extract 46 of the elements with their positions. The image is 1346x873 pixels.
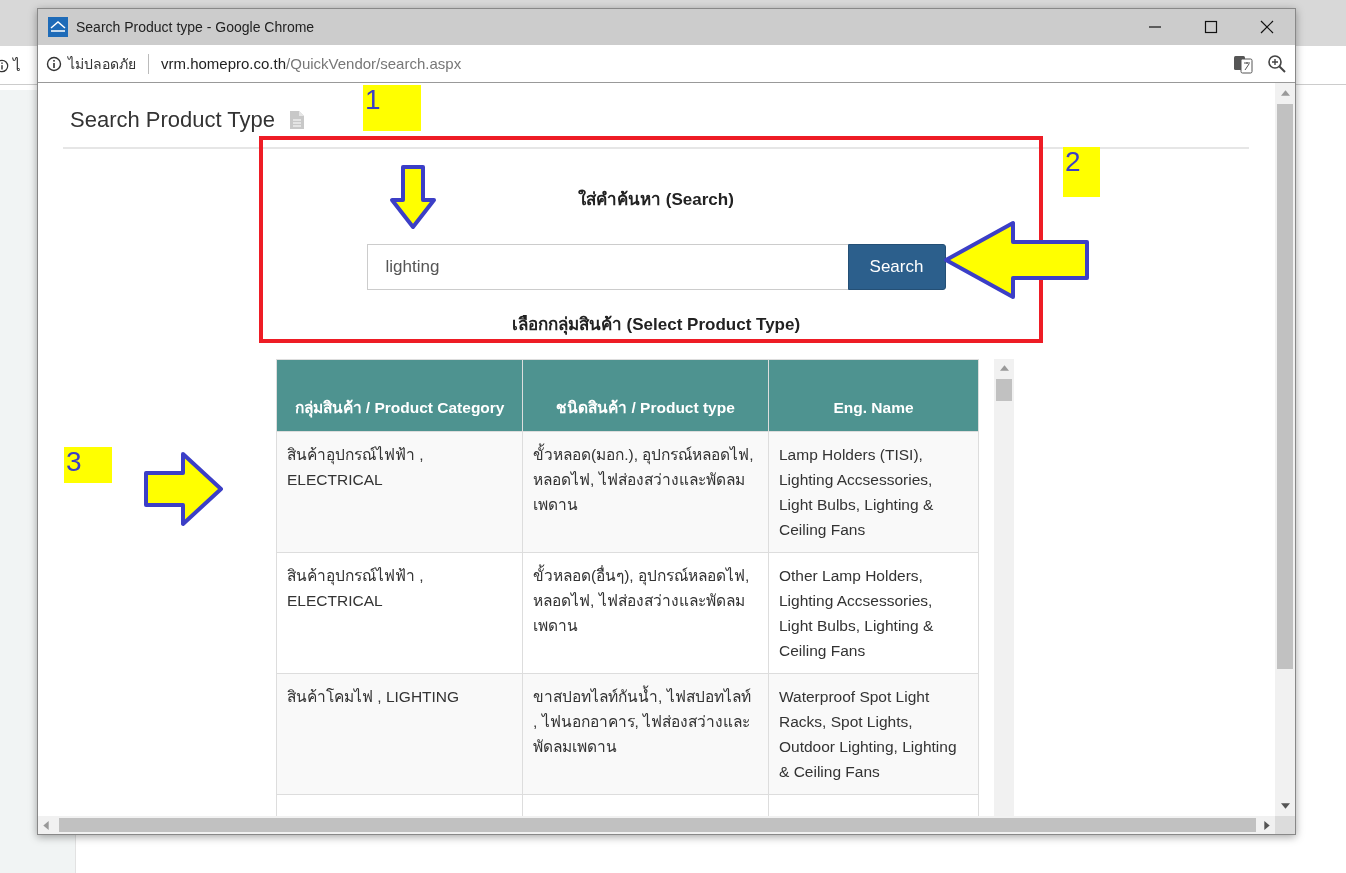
translate-icon[interactable] <box>1233 53 1253 74</box>
url-text[interactable]: vrm.homepro.co.th/QuickVendor/search.aspx <box>161 55 462 72</box>
table-cell[interactable]: สินค้าอุปกรณ์ไฟฟ้า , ELECTRICAL <box>276 552 523 674</box>
scroll-thumb[interactable] <box>1277 104 1293 669</box>
arrow-icon <box>943 220 1090 300</box>
column-header: กลุ่มสินค้า / Product Category <box>276 359 523 432</box>
search-field[interactable]: lighting <box>366 244 848 290</box>
page-heading: Search Product Type <box>70 107 276 133</box>
table-cell[interactable]: Waterproof Spot Light Racks, Spot Lights, Outdoor Lighting, Lighting & Ceiling Fans <box>768 673 979 795</box>
vertical-scrollbar[interactable] <box>1275 83 1295 816</box>
window-title: Search Product type - Google Chrome <box>76 19 315 35</box>
column-header: ชนิดสินค้า / Product type <box>522 359 769 432</box>
arrow-icon <box>143 451 224 527</box>
arrow-icon <box>389 164 437 230</box>
zoom-in-icon[interactable] <box>1267 53 1287 74</box>
step-marker: 3 <box>64 447 112 483</box>
table-cell[interactable]: Lamp Holders (TISI), Lighting Accsessories, Light Bulbs, Lighting & Ceiling Fans <box>768 431 979 553</box>
scrollbar-corner <box>1275 816 1295 834</box>
document-icon <box>289 110 306 130</box>
security-label[interactable]: ไม่ปลอดภัย <box>68 52 136 75</box>
step-marker: 1 <box>363 85 421 131</box>
info-icon[interactable] <box>46 55 62 72</box>
table-cell[interactable]: สินค้าอุปกรณ์ไฟฟ้า , ELECTRICAL <box>276 431 523 553</box>
close-icon <box>1260 20 1274 34</box>
table-cell[interactable]: Other Lamp Holders, Lighting Accsessories, Light Bulbs, Lighting & Ceiling Fans <box>768 552 979 674</box>
table-scrollbar[interactable] <box>994 359 1014 816</box>
house-roof-icon <box>48 17 68 37</box>
table-cell[interactable]: ขาสปอทไลท์กันน้ำ, ไฟสปอทไลท์ , ไฟนอกอาคาร, ไฟส่องสว่างและพัดลมเพดาน <box>522 673 769 795</box>
scroll-up-icon[interactable] <box>1280 90 1290 96</box>
scroll-up-icon[interactable] <box>999 365 1009 371</box>
scroll-right-icon[interactable] <box>1264 820 1270 830</box>
maximize-icon <box>1204 20 1218 34</box>
select-label: เลือกกลุ่มสินค้า (Select Product Type) <box>511 314 801 337</box>
search-button[interactable]: Search <box>847 244 946 290</box>
scroll-down-icon[interactable] <box>1280 803 1290 809</box>
table-cell[interactable]: สินค้าโคมไฟ , LIGHTING <box>276 673 523 795</box>
table-cell[interactable]: ขั้วหลอด(อื่นๆ), อุปกรณ์หลอดไฟ, หลอดไฟ, ไฟส่องสว่างและพัดลมเพดาน <box>522 552 769 674</box>
scroll-thumb[interactable] <box>59 818 1256 832</box>
address-text: ไ <box>13 56 21 76</box>
table-cell[interactable]: ขั้วหลอด(มอก.), อุปกรณ์หลอดไฟ, หลอดไฟ, ไฟส่องสว่างและพัดลมเพดาน <box>522 431 769 553</box>
step-marker: 2 <box>1063 147 1100 197</box>
horizontal-scrollbar[interactable] <box>38 816 1275 834</box>
scroll-left-icon[interactable] <box>43 820 49 830</box>
scroll-thumb[interactable] <box>996 379 1012 401</box>
column-header: Eng. Name <box>768 359 979 432</box>
search-label: ใส่คำค้นหา (Search) <box>578 188 734 211</box>
